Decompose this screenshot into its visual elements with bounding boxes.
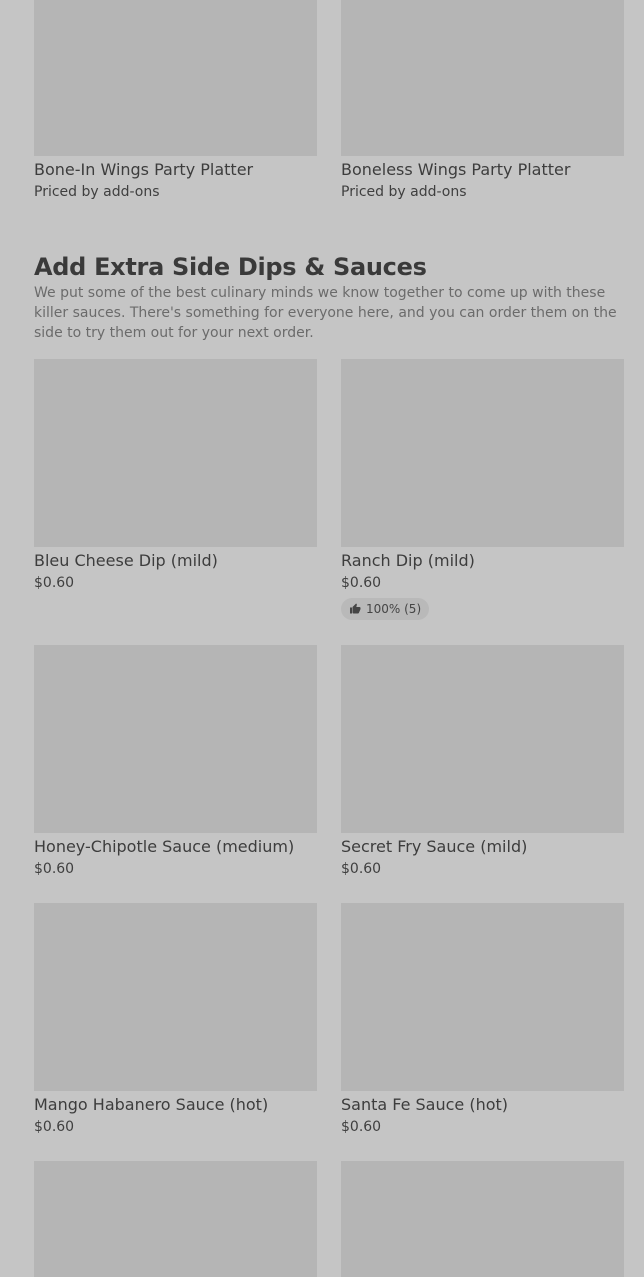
section-header: Add Extra Side Dips & Sauces We put some…: [34, 252, 624, 343]
item-price: $0.60: [34, 861, 75, 877]
menu-item-card[interactable]: Boneless Wings Party Platter Priced by a…: [341, 0, 624, 201]
menu-item-card[interactable]: [34, 1161, 317, 1277]
item-name: Boneless Wings Party Platter: [341, 160, 571, 179]
items-row: Mango Habanero Sauce (hot) $0.60 Santa F…: [34, 903, 624, 1136]
items-row: Honey-Chipotle Sauce (medium) $0.60 Secr…: [34, 645, 624, 878]
item-image: [34, 645, 317, 833]
item-name: Bone-In Wings Party Platter: [34, 160, 254, 179]
item-image: [341, 359, 624, 547]
menu-item-card[interactable]: [341, 1161, 624, 1277]
item-image: [34, 0, 317, 156]
item-image: [341, 0, 624, 156]
menu-item-card[interactable]: Mango Habanero Sauce (hot) $0.60: [34, 903, 317, 1136]
item-image: [341, 1161, 624, 1277]
items-row: [34, 1161, 624, 1277]
item-name: Mango Habanero Sauce (hot): [34, 1095, 269, 1114]
menu-item-card[interactable]: Bone-In Wings Party Platter Priced by ad…: [34, 0, 317, 201]
item-price: $0.60: [34, 1119, 75, 1135]
item-price: $0.60: [341, 575, 382, 591]
section-description: We put some of the best culinary minds w…: [34, 285, 617, 341]
rating-badge: 100% (5): [341, 598, 430, 620]
menu-item-card[interactable]: Ranch Dip (mild) $0.60 100% (5): [341, 359, 624, 620]
menu-item-card[interactable]: Bleu Cheese Dip (mild) $0.60: [34, 359, 317, 620]
item-price: $0.60: [341, 1119, 382, 1135]
item-name: Santa Fe Sauce (hot): [341, 1095, 509, 1114]
item-name: Honey-Chipotle Sauce (medium): [34, 837, 295, 856]
item-image: [341, 645, 624, 833]
menu-item-card[interactable]: Honey-Chipotle Sauce (medium) $0.60: [34, 645, 317, 878]
item-price: $0.60: [34, 575, 75, 591]
menu-item-card[interactable]: Santa Fe Sauce (hot) $0.60: [341, 903, 624, 1136]
items-row: Bleu Cheese Dip (mild) $0.60 Ranch Dip (…: [34, 359, 624, 620]
item-name: Secret Fry Sauce (mild): [341, 837, 528, 856]
item-image: [34, 903, 317, 1091]
platters-row: Bone-In Wings Party Platter Priced by ad…: [34, 0, 624, 201]
item-image: [34, 1161, 317, 1277]
item-price: Priced by add-ons: [34, 184, 160, 200]
item-image: [341, 903, 624, 1091]
item-price: Priced by add-ons: [341, 184, 467, 200]
section-title: Add Extra Side Dips & Sauces: [34, 253, 427, 281]
item-image: [34, 359, 317, 547]
thumbs-up-icon: [350, 603, 361, 614]
item-name: Ranch Dip (mild): [341, 551, 475, 570]
item-price: $0.60: [341, 861, 382, 877]
item-name: Bleu Cheese Dip (mild): [34, 551, 218, 570]
rating-text: 100% (5): [366, 602, 422, 616]
menu-item-card[interactable]: Secret Fry Sauce (mild) $0.60: [341, 645, 624, 878]
